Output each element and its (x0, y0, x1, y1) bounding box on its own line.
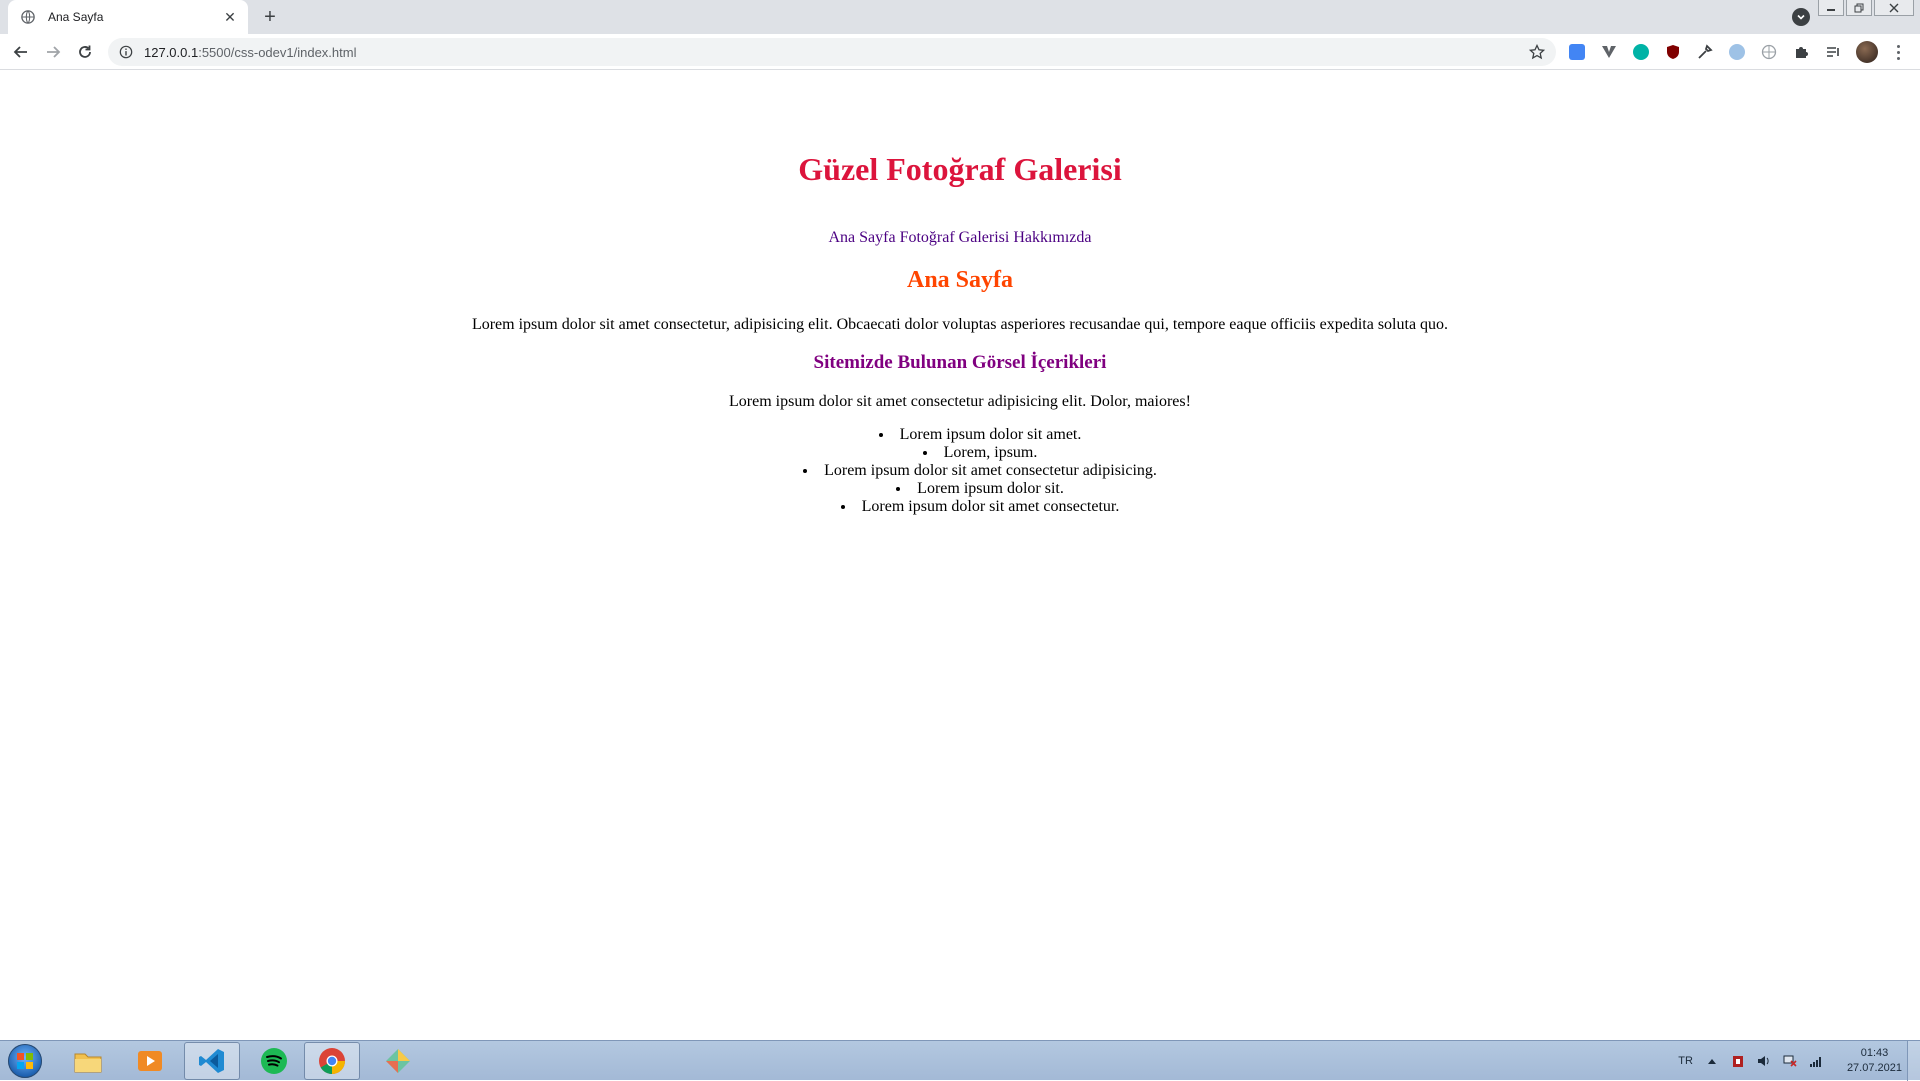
url-text[interactable]: 127.0.0.1:5500/css-odev1/index.html (144, 45, 1528, 60)
start-button[interactable] (8, 1044, 42, 1078)
tab-strip: Ana Sayfa ✕ + (0, 0, 1920, 34)
info-icon[interactable] (118, 44, 134, 60)
url-host: 127.0.0.1 (144, 44, 199, 60)
nav-link-ana-sayfa[interactable]: Ana Sayfa (828, 229, 895, 246)
signal-strength-icon[interactable] (1809, 1054, 1823, 1068)
restore-button[interactable] (1846, 0, 1872, 16)
media-queue-icon[interactable] (1824, 43, 1842, 61)
system-tray: TR 01:43 27.07.2021 (1678, 1041, 1902, 1081)
eyedropper-icon[interactable] (1696, 43, 1714, 61)
puzzle-icon[interactable] (1792, 43, 1810, 61)
globe-icon (20, 9, 36, 25)
tab-search-icon[interactable] (1792, 8, 1810, 26)
browser-toolbar: 127.0.0.1:5500/css-odev1/index.html (0, 34, 1920, 70)
back-button[interactable] (9, 40, 33, 64)
list-item: Lorem ipsum dolor sit amet. (40, 426, 1920, 444)
windows-taskbar: TR 01:43 27.07.2021 (0, 1040, 1920, 1081)
vuetify-icon[interactable] (1600, 43, 1618, 61)
nav-link-hakkimizda[interactable]: Hakkımızda (1013, 229, 1091, 246)
list-item: Lorem ipsum dolor sit amet consectetur. (40, 498, 1920, 516)
media-player-icon[interactable] (122, 1042, 178, 1080)
content-list: Lorem ipsum dolor sit amet. Lorem, ipsum… (0, 426, 1920, 516)
arrow-left-icon (13, 46, 27, 58)
reload-icon (79, 45, 91, 58)
show-desktop-button[interactable] (1907, 1041, 1920, 1081)
security-shield-icon[interactable] (1731, 1054, 1745, 1068)
second-paragraph: Lorem ipsum dolor sit amet consectetur a… (729, 393, 1191, 410)
file-explorer-icon[interactable] (60, 1042, 116, 1080)
list-item: Lorem ipsum dolor sit. (40, 480, 1920, 498)
list-item: Lorem, ipsum. (40, 444, 1920, 462)
language-indicator[interactable]: TR (1678, 1055, 1693, 1067)
nav-link-fotograf-galerisi[interactable]: Fotoğraf Galerisi (900, 229, 1010, 246)
clock-date: 27.07.2021 (1846, 1062, 1902, 1074)
forward-button[interactable] (41, 40, 65, 64)
tab-title: Ana Sayfa (48, 10, 104, 24)
subsection-title: Sitemizde Bulunan Görsel İçerikleri (813, 352, 1107, 373)
vscode-icon[interactable] (184, 1042, 240, 1080)
close-window-button[interactable] (1874, 0, 1914, 16)
clock[interactable]: 01:43 27.07.2021 (1847, 1046, 1902, 1076)
close-tab-icon[interactable]: ✕ (222, 9, 238, 25)
window-controls (1818, 0, 1914, 16)
new-tab-button[interactable]: + (258, 5, 282, 29)
windows-logo-icon (17, 1053, 33, 1069)
intro-paragraph: Lorem ipsum dolor sit amet consectetur, … (471, 316, 1449, 333)
url-path: :5500/css-odev1/index.html (198, 44, 357, 60)
volume-icon[interactable] (1757, 1054, 1771, 1068)
chrome-icon[interactable] (304, 1042, 360, 1080)
ublock-icon[interactable] (1664, 43, 1682, 61)
page-title: Güzel Fotoğraf Galerisi (798, 151, 1122, 187)
page-viewport: Güzel Fotoğraf Galerisi Ana Sayfa Fotoğr… (0, 71, 1920, 1039)
address-bar[interactable]: 127.0.0.1:5500/css-odev1/index.html (108, 38, 1556, 66)
bookmark-star-icon[interactable] (1528, 43, 1546, 61)
m-extension-icon[interactable] (1632, 43, 1650, 61)
browser-menu-button[interactable] (1890, 43, 1906, 61)
arrow-right-icon (47, 46, 61, 58)
google-translate-icon[interactable] (1568, 43, 1586, 61)
spotify-icon[interactable] (246, 1042, 302, 1080)
section-title: Ana Sayfa (906, 267, 1014, 293)
reload-button[interactable] (73, 40, 97, 64)
show-hidden-icons-icon[interactable] (1705, 1054, 1719, 1068)
minimize-button[interactable] (1818, 0, 1844, 16)
tab-ana-sayfa[interactable]: Ana Sayfa ✕ (8, 0, 248, 34)
speed-dial-icon[interactable] (1728, 43, 1746, 61)
profile-avatar[interactable] (1856, 41, 1878, 63)
list-item: Lorem ipsum dolor sit amet consectetur a… (40, 462, 1920, 480)
main-nav: Ana Sayfa Fotoğraf Galerisi Hakkımızda (0, 229, 1920, 247)
globe-extension-icon[interactable] (1760, 43, 1778, 61)
clock-time: 01:43 (1860, 1047, 1889, 1059)
network-disconnected-icon[interactable] (1783, 1054, 1797, 1068)
gitkraken-icon[interactable] (370, 1042, 426, 1080)
